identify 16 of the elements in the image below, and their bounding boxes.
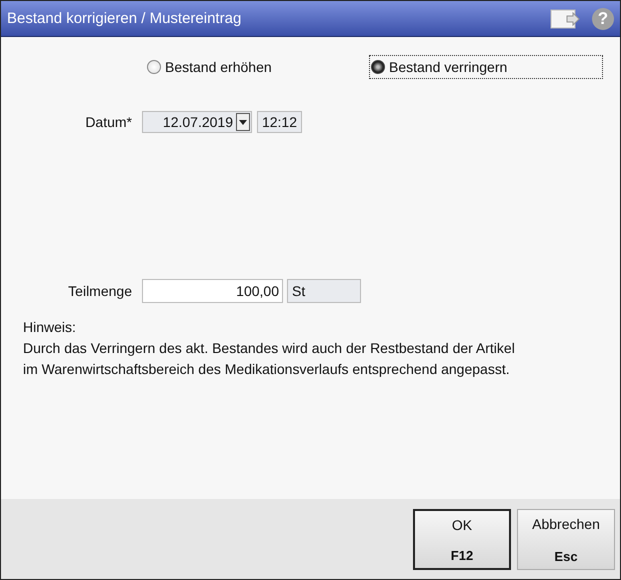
radio-option[interactable]: Bestand erhöhen [145, 55, 359, 79]
unit-field: St [287, 279, 361, 303]
dialog-button[interactable]: OK F12 [413, 509, 511, 570]
field-label: Teilmenge [67, 283, 133, 299]
dropdown-icon[interactable] [236, 113, 250, 131]
field-label: Datum* [84, 114, 133, 130]
window-title: Bestand korrigieren / Mustereintrag [7, 10, 242, 27]
hint-text: im Warenwirtschaftsbereich des Medikationsverlaufs entsprechend angepasst. [23, 360, 511, 379]
radio-option[interactable]: Bestand verringern [369, 55, 603, 79]
hint-title: Hinweis: [23, 318, 77, 337]
dialog-button[interactable]: Abbrechen Esc [517, 509, 615, 570]
hint-text: Durch das Verringern des akt. Bestandes wird auch der Restbestand der Artikel [23, 339, 516, 358]
exit-icon[interactable] [550, 8, 580, 30]
time-field[interactable]: 12:12 [257, 111, 302, 133]
date-field[interactable]: 12.07.2019 [142, 111, 252, 133]
quantity-field[interactable]: 100,00 [142, 279, 283, 303]
